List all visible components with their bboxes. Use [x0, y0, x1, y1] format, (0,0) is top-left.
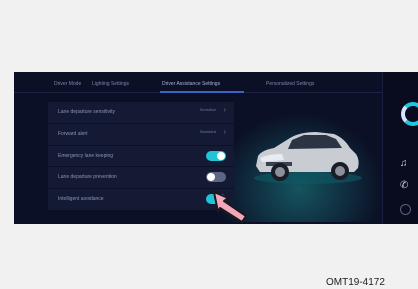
chevron-right-icon: ›: [223, 129, 226, 136]
tab-driver-assistance[interactable]: Driver Assistance Settings: [162, 81, 220, 87]
infotainment-screen: Driver Mode Lighting Settings Driver Ass…: [14, 72, 418, 224]
setting-label: Forward alert: [58, 131, 88, 137]
phone-icon[interactable]: ✆: [400, 180, 408, 191]
setting-row-lane-departure-prevention: Lane departure prevention: [48, 166, 234, 186]
music-note-icon[interactable]: ♫: [400, 158, 408, 169]
active-tab-indicator: [160, 91, 244, 93]
image-code-caption: OMT19-4172: [326, 277, 385, 288]
settings-tabs: Driver Mode Lighting Settings Driver Ass…: [14, 72, 384, 94]
car-image: [254, 132, 362, 184]
setting-value: Standard: [199, 129, 216, 134]
setting-row-forward-alert[interactable]: Forward alert Standard ›: [48, 123, 234, 143]
setting-label: Emergency lane keeping: [58, 153, 114, 159]
setting-value: Sensitive: [199, 107, 216, 112]
setting-row-intelligent-avoidance: Intelligent avoidance: [48, 188, 234, 208]
toggle-knob: [207, 173, 215, 181]
hand-pointer-icon: [213, 191, 247, 223]
setting-label: Intelligent avoidance: [58, 196, 104, 202]
settings-list: Lane departure sensitivity Sensitive › F…: [48, 102, 234, 210]
tab-lighting-settings[interactable]: Lighting Settings: [92, 81, 129, 87]
setting-label: Lane departure sensitivity: [58, 109, 115, 115]
tab-personalized-settings[interactable]: Personalized Settings: [266, 81, 314, 87]
setting-label: Lane departure prevention: [58, 174, 117, 180]
setting-row-emergency-lane-keeping: Emergency lane keeping: [48, 145, 234, 165]
right-sidebar: ♫ ✆: [382, 72, 418, 224]
tab-driver-mode[interactable]: Driver Mode: [54, 81, 81, 87]
media-ring-icon[interactable]: [401, 102, 418, 126]
home-icon[interactable]: [400, 204, 411, 215]
toggle-knob: [217, 152, 225, 160]
setting-row-lane-departure-sensitivity[interactable]: Lane departure sensitivity Sensitive ›: [48, 102, 234, 122]
toggle-lane-departure-prevention[interactable]: [206, 172, 226, 182]
chevron-right-icon: ›: [223, 107, 226, 114]
toggle-emergency-lane-keeping[interactable]: [206, 151, 226, 161]
